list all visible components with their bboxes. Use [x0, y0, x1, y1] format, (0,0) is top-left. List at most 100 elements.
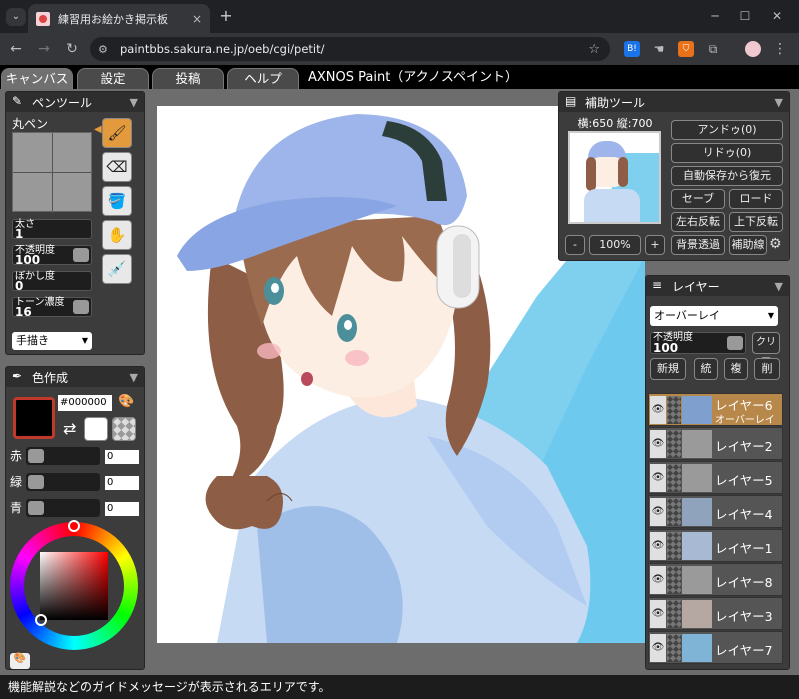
clear-layer-button[interactable]: クリア	[752, 332, 780, 368]
hatena-bookmark-icon[interactable]: B!	[624, 41, 640, 57]
layer-row[interactable]: 👁 レイヤー1	[648, 529, 783, 562]
load-button[interactable]: ロード	[729, 189, 783, 209]
secondary-color-swatch[interactable]	[84, 417, 108, 441]
palette-icon[interactable]: 🎨	[118, 394, 134, 409]
collapse-triangle-icon[interactable]: ▼	[775, 280, 783, 293]
layer-row[interactable]: 👁 レイヤー5	[648, 461, 783, 494]
green-slider[interactable]	[26, 473, 100, 491]
primary-color-swatch[interactable]	[13, 397, 55, 439]
new-tab-button[interactable]: +	[216, 6, 236, 26]
transparent-color-swatch[interactable]	[112, 417, 136, 441]
profile-avatar[interactable]	[745, 41, 761, 57]
tab-canvas[interactable]: キャンバス	[1, 68, 73, 89]
saturation-value-box[interactable]	[40, 552, 108, 620]
red-knob[interactable]	[28, 449, 44, 463]
pen-tool-button[interactable]: 🖌	[102, 118, 132, 148]
extension-hand-icon[interactable]: ☚	[651, 41, 667, 57]
zoom-in-button[interactable]: +	[645, 235, 665, 255]
redo-button[interactable]: リドゥ(0)	[671, 143, 783, 163]
eraser-tool-button[interactable]: ⌫	[102, 152, 132, 182]
save-button[interactable]: セーブ	[671, 189, 725, 209]
minimize-icon[interactable]: ─	[700, 6, 730, 26]
lock-icon[interactable]	[667, 600, 681, 628]
extension-shield-icon[interactable]: ⛉	[678, 41, 694, 57]
lock-icon[interactable]	[667, 566, 681, 594]
layer-row[interactable]: 👁 レイヤー3	[648, 597, 783, 630]
zoom-level[interactable]: 100%	[589, 235, 641, 255]
address-bar[interactable]: ⚙ paintbbs.sakura.ne.jp/oeb/cgi/petit/ ☆	[90, 37, 610, 61]
layer-row[interactable]: 👁 レイヤー4	[648, 495, 783, 528]
tab-search-button[interactable]: ⌄	[6, 8, 26, 26]
new-layer-button[interactable]: 新規	[650, 358, 686, 380]
collapse-triangle-icon[interactable]: ▼	[775, 96, 783, 109]
restore-autosave-button[interactable]: 自動保存から復元	[671, 166, 783, 186]
opacity-slider[interactable]: 不透明度 100	[12, 245, 92, 266]
eye-icon[interactable]: 👁	[650, 464, 666, 492]
tab-settings[interactable]: 設定	[77, 68, 149, 89]
bucket-tool-button[interactable]: 🪣	[102, 186, 132, 216]
hue-ring[interactable]	[10, 520, 138, 650]
bookmark-star-icon[interactable]: ☆	[588, 42, 600, 57]
layer-opacity-knob[interactable]	[727, 336, 743, 350]
lock-icon[interactable]	[667, 634, 681, 662]
green-input[interactable]: 0	[105, 476, 139, 490]
eye-icon[interactable]: 👁	[650, 430, 666, 458]
flip-vertical-button[interactable]: 上下反転	[729, 212, 783, 232]
layer-panel-header[interactable]: ≡ レイヤー ▼	[646, 276, 789, 296]
tone-knob[interactable]	[73, 300, 89, 314]
tab-help[interactable]: ヘルプ	[227, 68, 299, 89]
flip-horizontal-button[interactable]: 左右反転	[671, 212, 725, 232]
guide-line-button[interactable]: 補助線	[729, 235, 767, 255]
gear-icon[interactable]: ⚙	[769, 236, 782, 252]
eyedropper-tool-button[interactable]: 💉	[102, 254, 132, 284]
browser-tab-active[interactable]: 練習用お絵かき掲示板 ×	[28, 4, 210, 33]
collapse-triangle-icon[interactable]: ▼	[130, 96, 138, 109]
lock-icon[interactable]	[667, 498, 681, 526]
opacity-knob[interactable]	[73, 248, 89, 262]
layer-row[interactable]: 👁 レイヤー7	[648, 631, 783, 664]
eye-icon[interactable]: 👁	[650, 396, 666, 424]
close-window-icon[interactable]: ✕	[762, 6, 792, 26]
tone-slider[interactable]: トーン濃度 16	[12, 297, 92, 318]
hue-handle[interactable]	[68, 520, 80, 532]
url-text[interactable]: paintbbs.sakura.ne.jp/oeb/cgi/petit/	[120, 42, 588, 56]
hex-input[interactable]: #000000	[58, 395, 112, 411]
size-slider[interactable]: 太さ 1	[12, 219, 92, 240]
delete-layer-button[interactable]: 削	[754, 358, 780, 380]
canvas-thumbnail[interactable]	[568, 131, 661, 224]
blend-mode-select[interactable]: オーバーレイ ▼	[650, 306, 778, 326]
sv-handle[interactable]	[35, 614, 47, 626]
extensions-puzzle-icon[interactable]: ⧉	[705, 41, 721, 57]
collapse-triangle-icon[interactable]: ▼	[130, 371, 138, 384]
eye-icon[interactable]: 👁	[650, 634, 666, 662]
hand-tool-button[interactable]: ✋	[102, 220, 132, 250]
forward-icon[interactable]: →	[34, 39, 54, 59]
blue-input[interactable]: 0	[105, 502, 139, 516]
merge-layer-button[interactable]: 統	[694, 358, 718, 380]
reload-icon[interactable]: ↻	[62, 39, 82, 59]
zoom-out-button[interactable]: -	[565, 235, 585, 255]
back-icon[interactable]: ←	[6, 39, 26, 59]
eye-icon[interactable]: 👁	[650, 532, 666, 560]
red-input[interactable]: 0	[105, 450, 139, 464]
green-knob[interactable]	[28, 475, 44, 489]
tab-post[interactable]: 投稿	[152, 68, 224, 89]
draw-mode-select[interactable]: 手描き ▼	[12, 332, 92, 350]
lock-icon[interactable]	[667, 430, 681, 458]
blue-knob[interactable]	[28, 501, 44, 515]
eye-icon[interactable]: 👁	[650, 600, 666, 628]
palette-small-icon[interactable]: 🎨	[10, 653, 30, 669]
lock-icon[interactable]	[667, 396, 681, 424]
browser-menu-icon[interactable]: ⋮	[772, 41, 788, 57]
layer-opacity-slider[interactable]: 不透明度 100	[650, 332, 746, 354]
eye-icon[interactable]: 👁	[650, 566, 666, 594]
blue-slider[interactable]	[26, 499, 100, 517]
red-slider[interactable]	[26, 447, 100, 465]
swap-colors-icon[interactable]: ⇄	[63, 419, 76, 438]
layer-row[interactable]: 👁 レイヤー8	[648, 563, 783, 596]
blur-slider[interactable]: ぼかし度 0	[12, 271, 92, 292]
lock-icon[interactable]	[667, 532, 681, 560]
color-panel-header[interactable]: ✒ 色作成 ▼	[6, 367, 144, 387]
tab-close-icon[interactable]: ×	[192, 12, 202, 26]
layer-row[interactable]: 👁 レイヤー6 オーバーレイ	[648, 393, 783, 426]
